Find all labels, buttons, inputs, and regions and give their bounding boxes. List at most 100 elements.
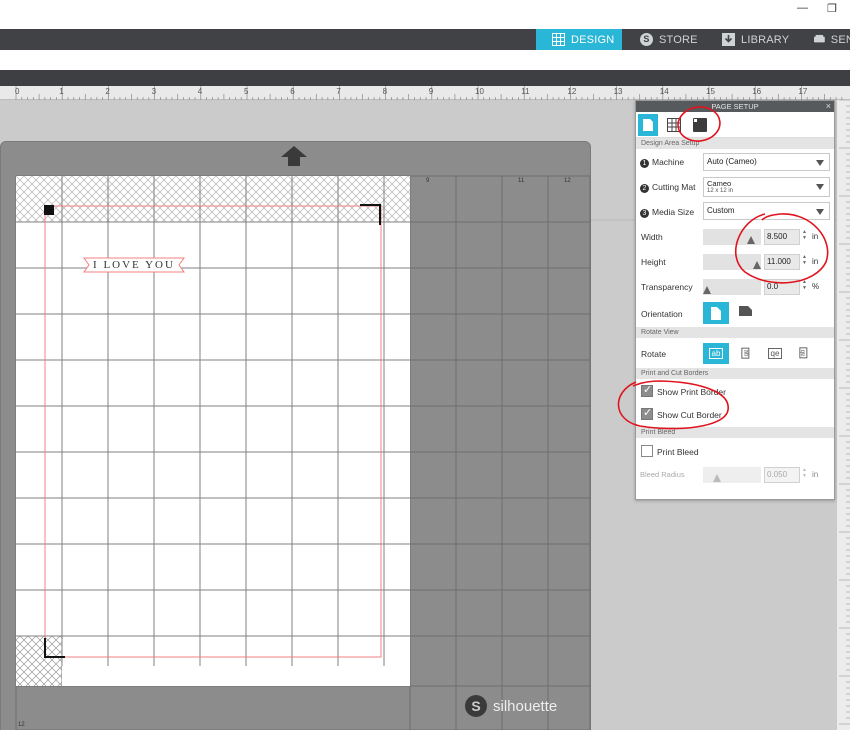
tab-store-label: STORE	[659, 33, 698, 46]
tab-design[interactable]: DESIGN	[536, 29, 622, 50]
grid-icon	[667, 117, 681, 132]
page-grid	[16, 176, 410, 686]
minimize-button[interactable]: —	[797, 2, 808, 14]
tab-page-setup[interactable]	[638, 113, 658, 136]
ruler-number: 9	[428, 87, 434, 96]
restore-button[interactable]: ❐	[827, 2, 837, 15]
width-stepper[interactable]: ▲ ▼	[802, 229, 807, 241]
transparency-unit: %	[812, 282, 820, 291]
cutting-mat-select[interactable]: Cameo 12 x 12 in	[703, 177, 830, 197]
section-print-cut-borders: Print and Cut Borders	[636, 368, 834, 379]
step-number: 2	[640, 184, 649, 193]
toolbar-strip	[0, 70, 850, 86]
show-print-border-row: ✓ Show Print Border	[636, 379, 834, 403]
tab-registration-marks[interactable]	[690, 114, 710, 136]
i-love-you-banner[interactable]: I LOVE YOU	[83, 257, 185, 273]
orientation-label: Orientation	[641, 309, 683, 319]
tab-store[interactable]: S STORE	[640, 29, 710, 50]
slider-thumb[interactable]	[747, 236, 755, 244]
media-size-label: 3 Media Size	[640, 207, 694, 218]
ruler-number: 11	[521, 87, 530, 96]
section-rotate-view: Rotate View	[636, 327, 834, 338]
cutting-mat-row: 2 Cutting Mat Cameo 12 x 12 in	[636, 174, 834, 199]
horizontal-ruler: 0 1 2 3 4 5 6 7 8 9 10 11 12 13 14 15 16 17	[0, 86, 850, 100]
show-print-border-checkbox[interactable]: ✓	[641, 384, 653, 397]
ruler-ticks	[15, 86, 843, 100]
portrait-page-icon	[711, 306, 721, 320]
chevron-down-icon	[816, 209, 824, 215]
bleed-radius-unit: in	[812, 470, 819, 479]
width-input[interactable]: 8.500	[764, 229, 800, 245]
rotate-90-button[interactable]: ab	[734, 344, 756, 362]
slider-thumb[interactable]	[703, 286, 711, 294]
show-cut-border-label: Show Cut Border	[657, 410, 722, 420]
rotate-270-label: ab	[799, 347, 807, 359]
mat-row-number: 12	[18, 722, 25, 728]
ruler-number: 4	[197, 87, 203, 96]
page-icon	[643, 118, 653, 131]
media-size-value: Custom	[707, 206, 735, 215]
ruler-number: 10	[475, 87, 484, 96]
tab-grid-setup[interactable]	[664, 114, 684, 136]
transparency-stepper[interactable]: ▲ ▼	[802, 279, 807, 291]
height-label: Height	[641, 257, 666, 267]
close-icon[interactable]: ×	[826, 101, 831, 112]
width-slider[interactable]	[703, 229, 761, 245]
rotate-270-button[interactable]: ab	[792, 344, 814, 362]
ruler-number: 16	[752, 87, 762, 96]
bleed-radius-stepper[interactable]: ▲ ▼	[802, 467, 807, 479]
design-page[interactable]	[16, 176, 410, 686]
rotate-label: Rotate	[641, 349, 667, 359]
ruler-number: 8	[382, 87, 388, 96]
bleed-radius-slider[interactable]	[703, 467, 761, 483]
width-row: Width 8.500 ▲ ▼ in	[636, 224, 834, 249]
width-label: Width	[641, 232, 663, 242]
tab-library[interactable]: LIBRARY	[722, 29, 792, 50]
panel-title-bar[interactable]: PAGE SETUP ×	[636, 101, 834, 112]
top-navigation-bar: DESIGN S STORE LIBRARY SEN	[0, 29, 850, 50]
step-number: 1	[640, 159, 649, 168]
machine-row: 1 Machine Auto (Cameo)	[636, 149, 834, 174]
height-stepper[interactable]: ▲ ▼	[802, 254, 807, 266]
silhouette-logo-mark: S	[465, 695, 487, 717]
orientation-row: Orientation	[636, 299, 834, 327]
transparency-input[interactable]: 0.0	[764, 279, 800, 295]
ruler-number: 15	[706, 87, 715, 96]
print-bleed-checkbox[interactable]	[641, 445, 653, 457]
ruler-number: 7	[336, 87, 341, 96]
section-design-area: Design Area Setup	[636, 138, 834, 149]
cutting-mat-label: 2 Cutting Mat	[640, 182, 695, 193]
panel-icon-tabs	[636, 112, 834, 138]
media-size-label-text: Media Size	[652, 207, 695, 217]
media-size-select[interactable]: Custom	[703, 202, 830, 220]
height-input[interactable]: 11.000	[764, 254, 800, 270]
print-bleed-label: Print Bleed	[657, 447, 699, 457]
ruler-number: 13	[613, 87, 623, 96]
rotate-180-button[interactable]: qe	[764, 344, 786, 362]
rotate-row: Rotate ab ab qe ab	[636, 338, 834, 368]
transparency-row: Transparency 0.0 ▲ ▼ %	[636, 274, 834, 299]
orientation-landscape-button[interactable]	[734, 302, 756, 320]
orientation-portrait-button[interactable]	[703, 302, 729, 324]
show-cut-border-checkbox[interactable]: ✓	[641, 407, 653, 420]
ruler-number: 5	[244, 87, 249, 96]
slider-thumb[interactable]	[753, 261, 761, 269]
height-slider[interactable]	[703, 254, 761, 270]
mat-column-number: 9	[426, 178, 430, 184]
ruler-number: 2	[105, 87, 110, 96]
rotate-0-button[interactable]: ab	[703, 343, 729, 364]
machine-select[interactable]: Auto (Cameo)	[703, 153, 830, 171]
tab-library-label: LIBRARY	[741, 33, 790, 46]
chevron-down-icon	[816, 184, 824, 190]
step-number: 3	[640, 209, 649, 218]
silhouette-logo-text: silhouette	[493, 697, 558, 715]
cutter-icon	[814, 34, 825, 43]
tab-send[interactable]: SEN	[814, 29, 850, 50]
machine-select-value: Auto (Cameo)	[707, 157, 757, 166]
bleed-radius-input[interactable]: 0.050	[764, 467, 800, 483]
registration-marks-icon	[693, 117, 707, 132]
transparency-slider[interactable]	[703, 279, 761, 295]
print-bleed-row: Print Bleed	[636, 438, 834, 464]
slider-thumb[interactable]	[713, 474, 721, 482]
machine-label-text: Machine	[652, 157, 685, 167]
